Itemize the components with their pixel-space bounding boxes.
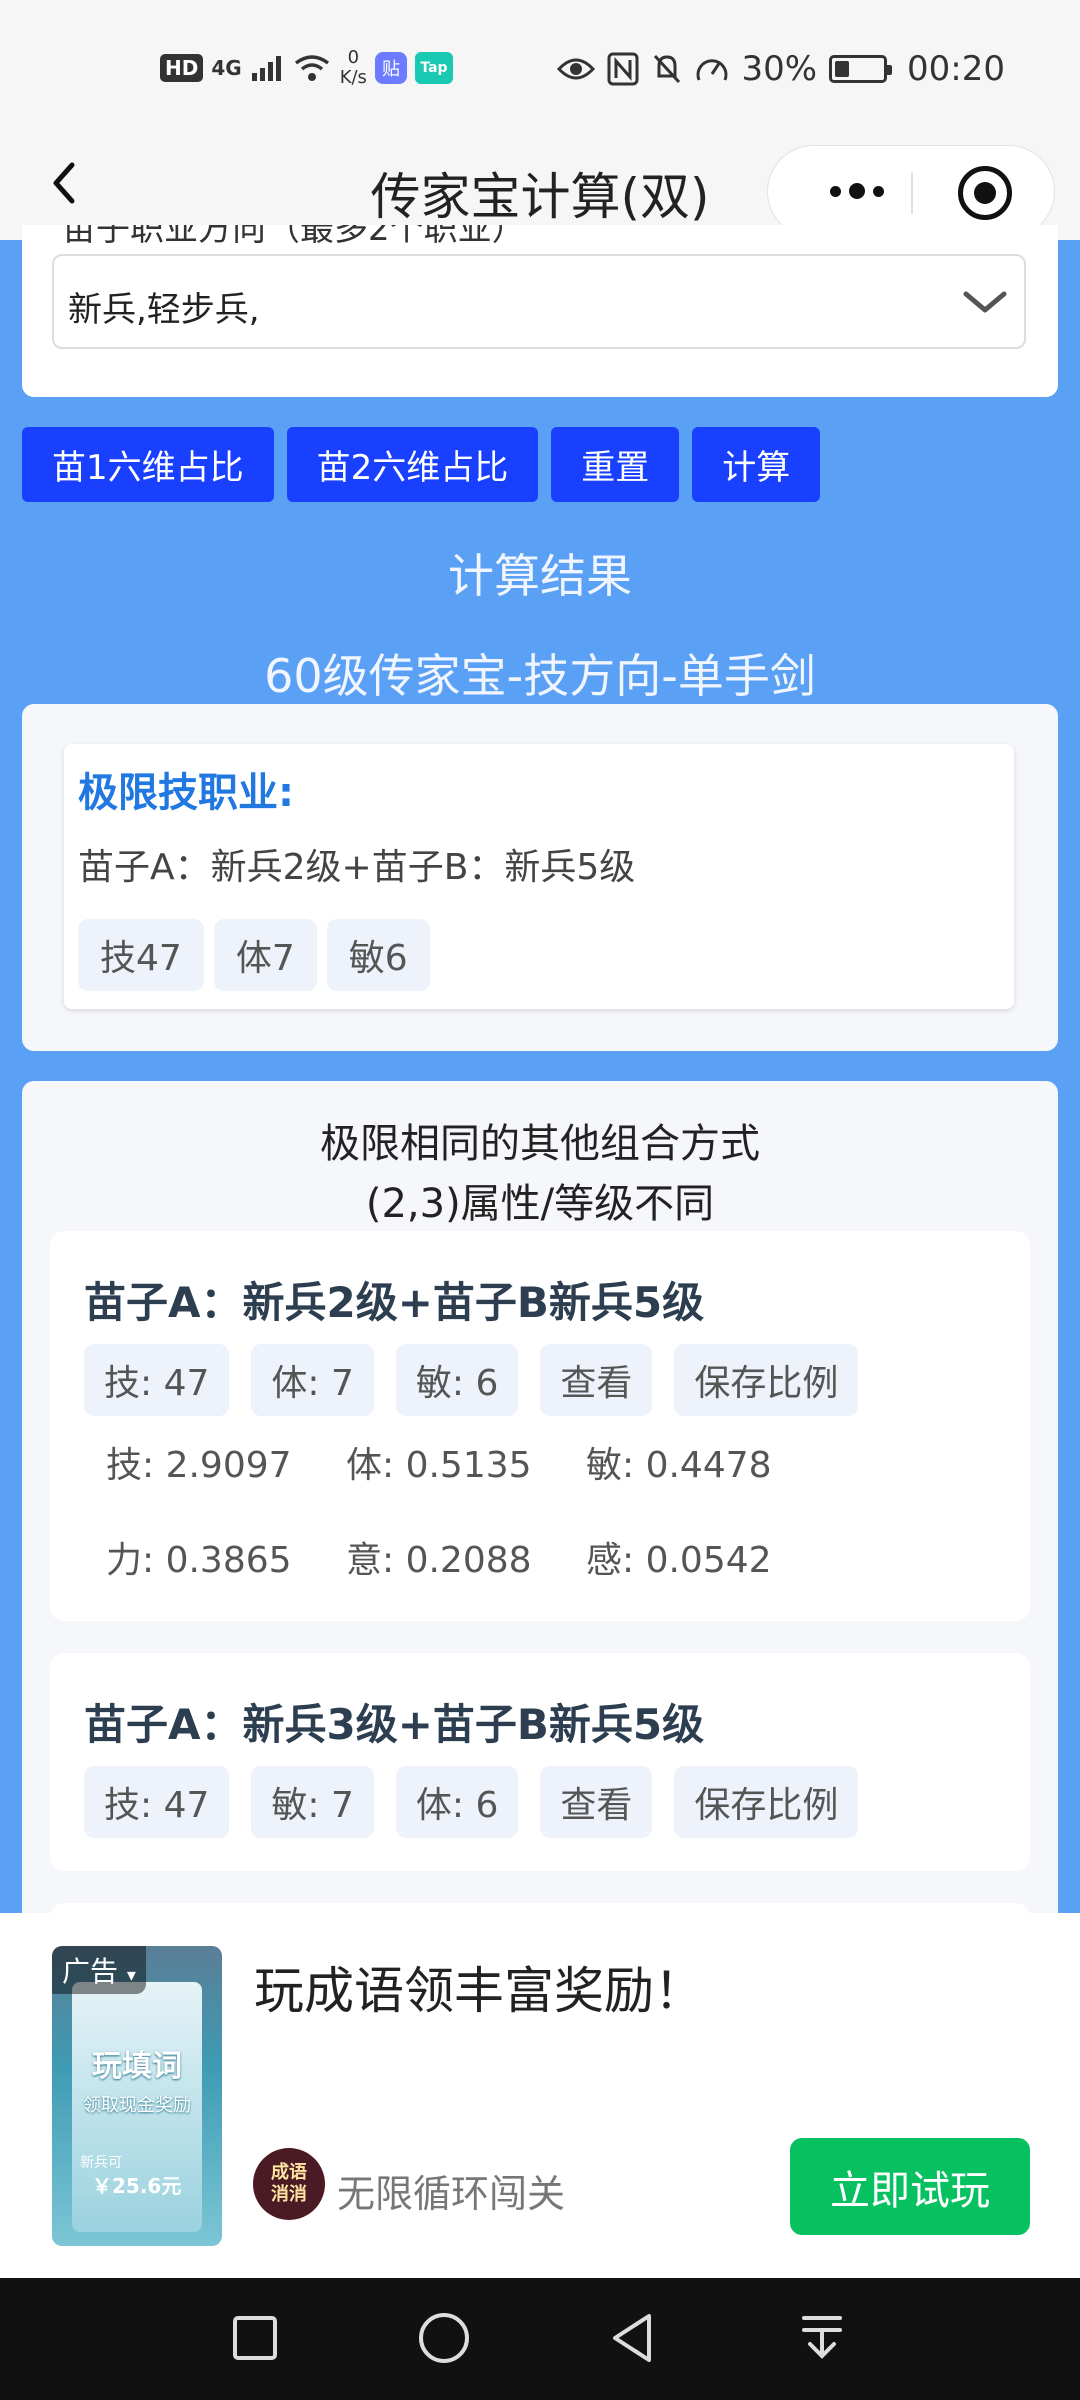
ad-image[interactable]: 玩填词 领取现金奖励 新兵可 ￥25.6元 广告 ▾ [52, 1946, 222, 2246]
seedling2-ratio-button[interactable]: 苗2六维占比 [286, 427, 539, 502]
select-label: 苗子职业方向（最多2个职业） [62, 225, 526, 249]
status-right: 30% 00:20 [557, 44, 1005, 94]
circle-icon[interactable] [414, 2308, 474, 2368]
combo-title: 苗子A：新兵3级+苗子B新兵5级 [84, 1700, 705, 1749]
ad-title: 玩成语领丰富奖励！ [254, 1962, 704, 2020]
stat-tag: 敏: 6 [395, 1344, 519, 1416]
signal-icon [251, 56, 281, 81]
notification-down-icon[interactable] [792, 2308, 852, 2368]
ad-app-logo-text: 成语消消 [271, 2162, 307, 2205]
triangle-back-icon[interactable] [603, 2308, 663, 2368]
other-combinations-subheading: (2,3)属性/等级不同 [365, 1181, 715, 1227]
best-result-title: 极限技职业: [78, 770, 294, 816]
stat-tag: 敏6 [326, 919, 430, 991]
ratio-value: 力: 0.3865 [106, 1540, 292, 1581]
save-ratio-button[interactable]: 保存比例 [674, 1344, 859, 1416]
profession-select-card: 苗子职业方向（最多2个职业） 新兵,轻步兵, [22, 225, 1058, 397]
ad-label[interactable]: 广告 ▾ [52, 1946, 146, 1994]
net-speed-value: 0 [347, 47, 360, 68]
ad-app-logo: 成语消消 [253, 2148, 325, 2220]
combo-tags: 技: 47 体: 7 敏: 6 查看 保存比例 [84, 1344, 859, 1416]
status-bar: HD 4G 0 K/s 贴 Tap 30% 00:20 [0, 0, 1080, 135]
close-miniprogram-icon[interactable] [958, 166, 1012, 220]
mute-bell-icon [654, 54, 681, 84]
save-ratio-button[interactable]: 保存比例 [674, 1766, 859, 1838]
net-speed-unit: K/s [339, 67, 367, 88]
network-label: 4G [211, 56, 242, 80]
net-speed: 0 K/s [340, 48, 367, 88]
combo-card: 苗子A：新兵3级+苗子B新兵5级 技: 47 敏: 7 体: 6 查看 保存比例 [50, 1653, 1030, 1871]
system-navigation-bar [0, 2278, 1080, 2400]
calculate-button[interactable]: 计算 [692, 427, 821, 502]
other-combinations-heading: 极限相同的其他组合方式 [320, 1121, 760, 1167]
seedling1-ratio-button[interactable]: 苗1六维占比 [22, 427, 274, 502]
ratio-row: 力: 0.3865 意: 0.2088 感: 0.0542 [106, 1531, 826, 1583]
ad-source: 无限循环闯关 [337, 2172, 566, 2216]
result-subtitle: 60级传家宝-技方向-单手剑 [264, 649, 816, 703]
ratio-value: 敏: 0.4478 [586, 1445, 772, 1486]
nfc-icon [607, 52, 639, 86]
ad-try-now-button[interactable]: 立即试玩 [790, 2138, 1030, 2235]
ad-label-text: 广告 [62, 1955, 119, 1988]
battery-icon [829, 55, 893, 83]
action-buttons: 苗1六维占比 苗2六维占比 重置 计算 [22, 427, 821, 502]
stat-tag: 技: 47 [84, 1766, 230, 1838]
combo-tags: 技: 47 敏: 7 体: 6 查看 保存比例 [84, 1766, 859, 1838]
best-stat-tags: 技47 体7 敏6 [78, 919, 430, 991]
other-combinations-section: 极限相同的其他组合方式 (2,3)属性/等级不同 苗子A：新兵2级+苗子B新兵5… [22, 1081, 1058, 1921]
best-result-card: 极限技职业: 苗子A：新兵2级+苗子B：新兵5级 技47 体7 敏6 [64, 744, 1014, 1009]
combo-title: 苗子A：新兵2级+苗子B新兵5级 [84, 1278, 705, 1327]
hd-icon: HD [160, 54, 204, 82]
stat-tag: 体: 7 [251, 1344, 374, 1416]
ad-image-small: 新兵可 [80, 2155, 122, 2171]
view-button[interactable]: 查看 [540, 1766, 653, 1838]
clock: 00:20 [907, 49, 1005, 89]
ad-banner[interactable]: 玩填词 领取现金奖励 新兵可 ￥25.6元 广告 ▾ 玩成语领丰富奖励！ 成语消… [0, 1913, 1080, 2278]
ad-image-amount: ￥25.6元 [92, 2174, 182, 2198]
result-title: 计算结果 [448, 549, 632, 603]
capsule-divider [911, 172, 913, 214]
battery-percent: 30% [741, 49, 818, 89]
square-icon[interactable] [225, 2308, 285, 2368]
taptap-app-icon: Tap [414, 52, 453, 84]
ratio-value: 体: 0.5135 [346, 1445, 532, 1486]
profession-select-value: 新兵,轻步兵, [68, 290, 260, 330]
stat-tag: 体: 6 [395, 1766, 519, 1838]
stat-tag: 技47 [78, 919, 204, 991]
speedometer-icon [696, 59, 728, 81]
tieba-app-icon: 贴 [374, 52, 407, 84]
ratio-value: 技: 2.9097 [106, 1445, 292, 1486]
view-button[interactable]: 查看 [540, 1344, 653, 1416]
stat-tag: 敏: 7 [251, 1766, 374, 1838]
eye-icon [557, 58, 596, 80]
best-result-section: 极限技职业: 苗子A：新兵2级+苗子B：新兵5级 技47 体7 敏6 [22, 704, 1058, 1051]
ad-image-headline: 玩填词 [92, 2049, 182, 2084]
status-left: HD 4G 0 K/s 贴 Tap [160, 40, 453, 96]
chevron-down-icon [963, 291, 1007, 313]
battery-level [835, 61, 849, 77]
best-result-combo: 苗子A：新兵2级+苗子B：新兵5级 [78, 847, 636, 888]
ratio-row: 技: 2.9097 体: 0.5135 敏: 0.4478 [106, 1436, 826, 1488]
reset-button[interactable]: 重置 [551, 427, 680, 502]
more-menu-icon[interactable] [812, 176, 902, 206]
chevron-down-icon: ▾ [126, 1965, 136, 1986]
combo-card: 苗子A：新兵2级+苗子B新兵5级 技: 47 体: 7 敏: 6 查看 保存比例… [50, 1231, 1030, 1621]
wifi-icon [294, 55, 329, 81]
ratio-value: 意: 0.2088 [346, 1540, 532, 1581]
ad-image-subline: 领取现金奖励 [83, 2095, 191, 2116]
stat-tag: 技: 47 [84, 1344, 230, 1416]
ratio-value: 感: 0.0542 [586, 1540, 772, 1581]
profession-select[interactable]: 新兵,轻步兵, [52, 254, 1026, 349]
stat-tag: 体7 [213, 919, 317, 991]
